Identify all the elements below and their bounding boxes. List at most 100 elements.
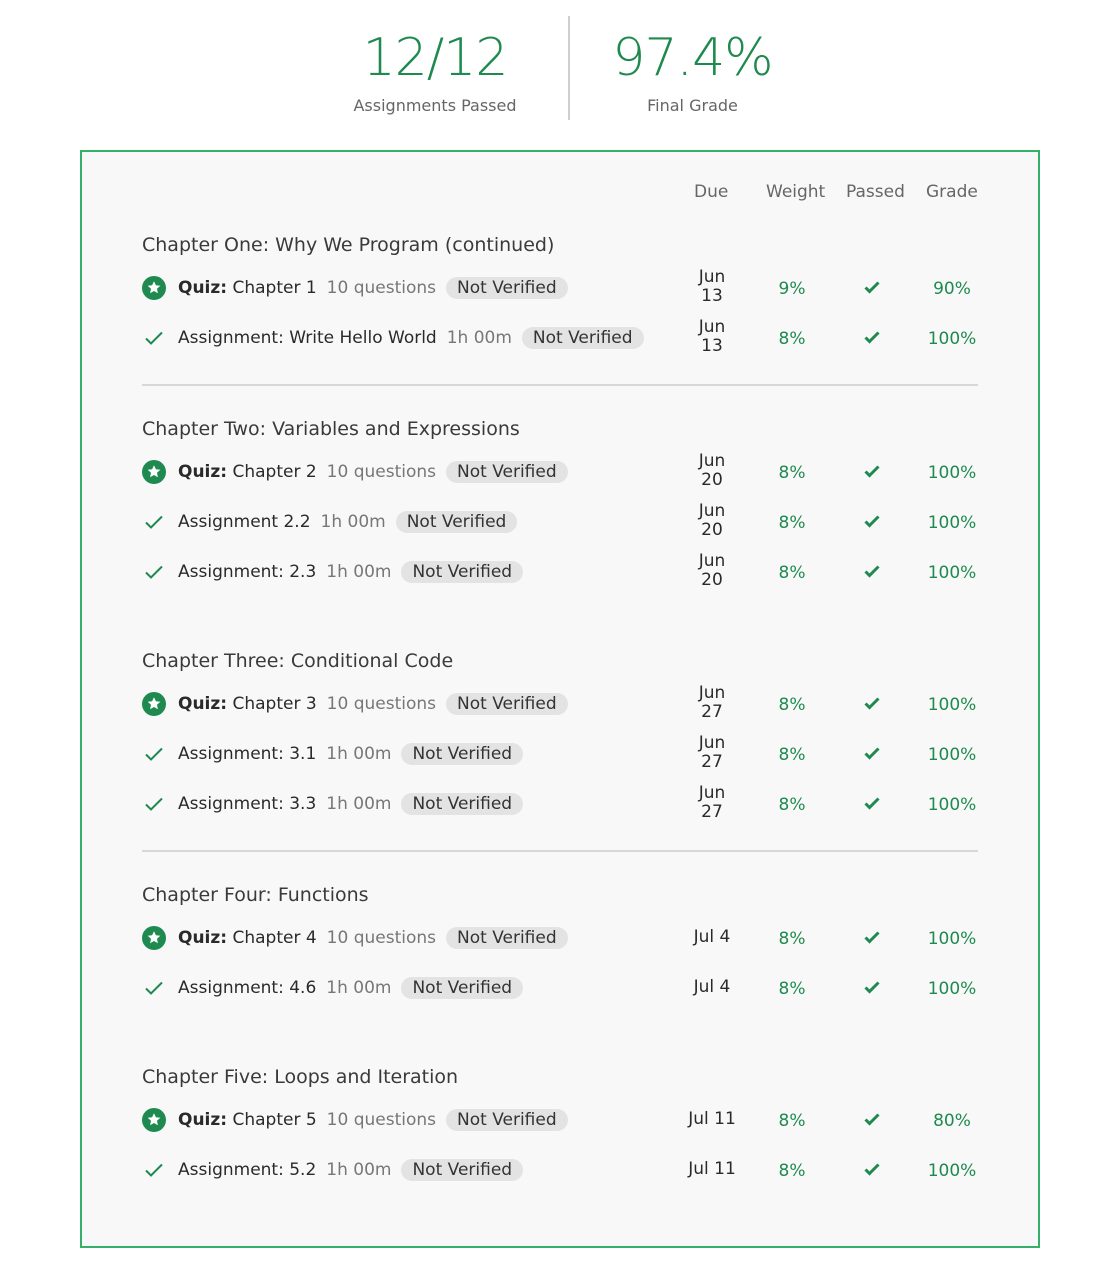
assignment-link[interactable]: Assignment: 5.2 1h 00m Not Verified: [178, 1159, 524, 1181]
item-title: Assignment: 2.3: [178, 562, 317, 582]
chapter-title: Chapter Two: Variables and Expressions: [142, 418, 520, 440]
due-month: Jun: [698, 783, 726, 803]
list-item[interactable]: Assignment: 3.1 1h 00m Not Verified Jun 27 8%…: [142, 734, 978, 774]
quiz-link[interactable]: Quiz: Chapter 3 10 questions Not Verified: [178, 693, 568, 715]
list-item[interactable]: Quiz: Chapter 5 10 questions Not Verified J…: [142, 1100, 978, 1140]
passed-status: [832, 328, 912, 350]
item-meta: 1h 00m: [326, 794, 392, 814]
assignment-link[interactable]: Assignment: 4.6 1h 00m Not Verified: [178, 977, 524, 999]
passed-status: [832, 1110, 912, 1132]
item-title: Chapter 4: [232, 928, 317, 948]
grade-value: 100%: [927, 695, 977, 715]
passed-status: [832, 694, 912, 716]
due-day: 20: [701, 520, 723, 540]
star-badge-icon: [142, 926, 166, 950]
check-icon: [863, 1113, 881, 1132]
list-item[interactable]: Quiz: Chapter 1 10 questions Not Verified J…: [142, 268, 978, 308]
due-date: Jul 4: [693, 977, 731, 997]
due-day: 13: [701, 286, 723, 306]
item-type-label: Quiz:: [178, 694, 228, 714]
item-meta: 10 questions: [326, 462, 437, 482]
item-type-label: Quiz:: [178, 462, 228, 482]
list-item[interactable]: Assignment 2.2 1h 00m Not Verified Jun 20 8% 1…: [142, 502, 978, 542]
due-month: Jun: [698, 501, 726, 521]
grade-value: 100%: [927, 1161, 977, 1181]
item-meta: 1h 00m: [320, 512, 386, 532]
passed-status: [832, 278, 912, 300]
due-date: Jul 11: [688, 1159, 736, 1179]
item-title: Chapter 5: [232, 1110, 317, 1130]
assignments-passed-value: 12/12: [362, 28, 509, 88]
column-header-passed: Passed: [846, 182, 905, 202]
item-title: Assignment: 5.2: [178, 1160, 317, 1180]
star-badge-icon: [142, 276, 166, 300]
status-badge: Not Verified: [446, 927, 568, 949]
weight-value: 8%: [778, 563, 806, 583]
weight-value: 9%: [778, 279, 806, 299]
quiz-link[interactable]: Quiz: Chapter 2 10 questions Not Verified: [178, 461, 568, 483]
assignment-link[interactable]: Assignment: 3.1 1h 00m Not Verified: [178, 743, 524, 765]
passed-status: [832, 462, 912, 484]
check-icon: [863, 565, 881, 584]
status-badge: Not Verified: [401, 743, 524, 765]
due-date: Jun 13: [672, 268, 752, 306]
assignment-link[interactable]: Assignment: Write Hello World 1h 00m Not V…: [178, 327, 644, 349]
status-badge: Not Verified: [401, 793, 524, 815]
list-item[interactable]: Assignment: Write Hello World 1h 00m Not V…: [142, 318, 978, 358]
quiz-link[interactable]: Quiz: Chapter 4 10 questions Not Verified: [178, 927, 568, 949]
quiz-link[interactable]: Quiz: Chapter 1 10 questions Not Verified: [178, 277, 568, 299]
check-icon: [863, 281, 881, 300]
due-day: 27: [701, 752, 723, 772]
due-date: Jun 20: [672, 552, 752, 590]
list-item[interactable]: Quiz: Chapter 3 10 questions Not Verified J…: [142, 684, 978, 724]
grade-value: 100%: [927, 563, 977, 583]
check-icon: [863, 515, 881, 534]
list-item[interactable]: Assignment: 2.3 1h 00m Not Verified Jun 20 8%…: [142, 552, 978, 592]
summary-divider: [568, 16, 570, 120]
weight-value: 8%: [778, 1111, 806, 1131]
list-item[interactable]: Quiz: Chapter 2 10 questions Not Verified J…: [142, 452, 978, 492]
final-grade-label: Final Grade: [647, 96, 738, 115]
chapter-title: Chapter Three: Conditional Code: [142, 650, 454, 672]
column-header-due: Due: [694, 182, 729, 202]
due-day: 27: [701, 802, 723, 822]
check-icon: [863, 331, 881, 350]
passed-status: [832, 1160, 912, 1182]
weight-value: 8%: [778, 513, 806, 533]
column-header-weight: Weight: [766, 182, 826, 202]
assignment-link[interactable]: Assignment 2.2 1h 00m Not Verified: [178, 511, 518, 533]
due-month: Jun: [698, 267, 726, 287]
item-type-label: Quiz:: [178, 1110, 228, 1130]
item-type-label: Quiz:: [178, 278, 228, 298]
chapter-title: Chapter One: Why We Program (continued): [142, 234, 555, 256]
list-item[interactable]: Assignment: 4.6 1h 00m Not Verified Jul 4 8%…: [142, 968, 978, 1008]
status-badge: Not Verified: [446, 693, 568, 715]
item-meta: 1h 00m: [446, 328, 512, 348]
list-item[interactable]: Quiz: Chapter 4 10 questions Not Verified J…: [142, 918, 978, 958]
check-icon: [142, 976, 166, 1000]
check-icon: [863, 797, 881, 816]
grade-value: 100%: [927, 929, 977, 949]
column-header-grade: Grade: [926, 182, 978, 202]
due-date: Jul 11: [688, 1109, 736, 1129]
final-grade-stat: 97.4% Final Grade: [590, 28, 795, 115]
assignment-link[interactable]: Assignment: 3.3 1h 00m Not Verified: [178, 793, 524, 815]
grade-summary: 12/12 Assignments Passed 97.4% Final Gra…: [0, 0, 1116, 150]
weight-value: 8%: [778, 329, 806, 349]
item-meta: 1h 00m: [326, 744, 392, 764]
due-day: 20: [701, 570, 723, 590]
item-title: Assignment: 4.6: [178, 978, 317, 998]
assignment-link[interactable]: Assignment: 2.3 1h 00m Not Verified: [178, 561, 524, 583]
status-badge: Not Verified: [446, 461, 568, 483]
check-icon: [142, 510, 166, 534]
item-meta: 1h 00m: [326, 1160, 392, 1180]
check-icon: [863, 465, 881, 484]
item-title: Assignment 2.2: [178, 512, 311, 532]
list-item[interactable]: Assignment: 3.3 1h 00m Not Verified Jun 27 8%…: [142, 784, 978, 824]
quiz-link[interactable]: Quiz: Chapter 5 10 questions Not Verified: [178, 1109, 568, 1131]
list-item[interactable]: Assignment: 5.2 1h 00m Not Verified Jul 11 8…: [142, 1150, 978, 1190]
chapter-title: Chapter Five: Loops and Iteration: [142, 1066, 459, 1088]
item-type-label: Quiz:: [178, 928, 228, 948]
passed-status: [832, 928, 912, 950]
item-title: Chapter 1: [232, 278, 317, 298]
